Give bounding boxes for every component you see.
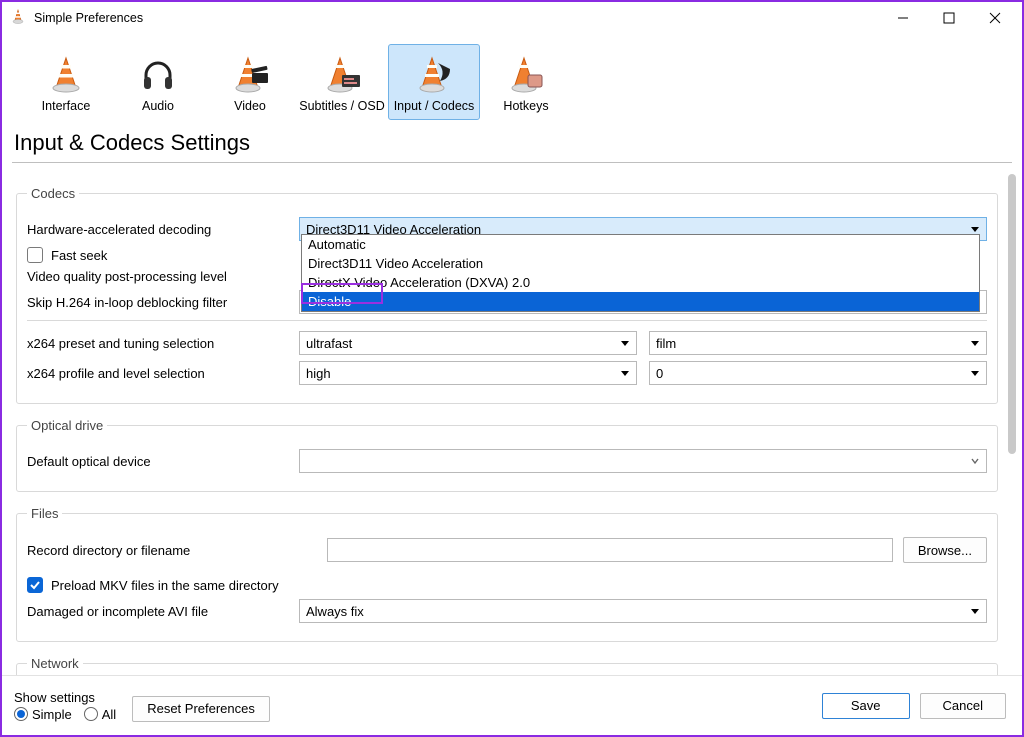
- browse-button[interactable]: Browse...: [903, 537, 987, 563]
- titlebar: Simple Preferences: [2, 2, 1022, 34]
- tab-label: Input / Codecs: [394, 99, 475, 113]
- optical-default-label: Default optical device: [27, 454, 299, 469]
- fast-seek-checkbox[interactable]: Fast seek: [27, 247, 299, 263]
- reset-preferences-button[interactable]: Reset Preferences: [132, 696, 270, 722]
- optical-legend: Optical drive: [27, 418, 107, 433]
- optical-default-select[interactable]: [299, 449, 987, 473]
- divider: [27, 320, 987, 321]
- headphones-icon: [138, 55, 178, 95]
- chevron-down-icon: [966, 602, 984, 620]
- chevron-down-icon: [966, 364, 984, 382]
- tab-hotkeys[interactable]: Hotkeys: [480, 44, 572, 120]
- avi-value: Always fix: [306, 604, 364, 619]
- close-button[interactable]: [972, 3, 1018, 33]
- dropdown-option[interactable]: DirectX Video Acceleration (DXVA) 2.0: [302, 273, 979, 292]
- files-group: Files Record directory or filename Brows…: [16, 506, 998, 642]
- tab-input-codecs[interactable]: Input / Codecs: [388, 44, 480, 120]
- tab-label: Interface: [42, 99, 91, 113]
- tab-label: Hotkeys: [503, 99, 548, 113]
- tab-video[interactable]: Video: [204, 44, 296, 120]
- tab-label: Subtitles / OSD: [299, 99, 384, 113]
- radio-icon: [14, 707, 28, 721]
- tab-interface[interactable]: Interface: [20, 44, 112, 120]
- chevron-down-icon: [966, 452, 984, 470]
- scrollbar-thumb[interactable]: [1008, 174, 1016, 454]
- avi-label: Damaged or incomplete AVI file: [27, 604, 299, 619]
- post-proc-label: Video quality post-processing level: [27, 269, 299, 284]
- window-title: Simple Preferences: [34, 11, 143, 25]
- radio-label: All: [102, 707, 116, 722]
- cone-card-icon: [322, 55, 362, 95]
- cone-key-icon: [506, 55, 546, 95]
- chevron-down-icon: [966, 334, 984, 352]
- preload-label: Preload MKV files in the same directory: [51, 578, 279, 593]
- page-title: Input & Codecs Settings: [2, 120, 1022, 162]
- app-icon: [10, 9, 26, 28]
- avi-select[interactable]: Always fix: [299, 599, 987, 623]
- tab-audio[interactable]: Audio: [112, 44, 204, 120]
- x264-profile-label: x264 profile and level selection: [27, 366, 299, 381]
- x264-tune-value: film: [656, 336, 676, 351]
- x264-preset-value: ultrafast: [306, 336, 352, 351]
- x264-tune-select[interactable]: film: [649, 331, 987, 355]
- cone-clapper-icon: [230, 55, 270, 95]
- show-settings-simple-radio[interactable]: Simple: [14, 707, 72, 722]
- tab-label: Video: [234, 99, 266, 113]
- hw-decode-dropdown[interactable]: Automatic Direct3D11 Video Acceleration …: [301, 234, 980, 312]
- cone-film-icon: [414, 55, 454, 95]
- record-label: Record directory or filename: [27, 543, 327, 558]
- x264-profile-select[interactable]: high: [299, 361, 637, 385]
- minimize-button[interactable]: [880, 3, 926, 33]
- files-legend: Files: [27, 506, 62, 521]
- radio-label: Simple: [32, 707, 72, 722]
- checkbox-icon: [27, 577, 43, 593]
- category-tabs: Interface Audio Video: [2, 34, 1022, 120]
- fast-seek-label: Fast seek: [51, 248, 107, 263]
- divider: [12, 162, 1012, 163]
- dropdown-option[interactable]: Automatic: [302, 235, 979, 254]
- radio-icon: [84, 707, 98, 721]
- network-legend: Network: [27, 656, 83, 671]
- x264-profile-value: high: [306, 366, 331, 381]
- show-settings-label: Show settings: [14, 690, 116, 705]
- preload-checkbox[interactable]: Preload MKV files in the same directory: [27, 577, 279, 593]
- deblock-label: Skip H.264 in-loop deblocking filter: [27, 295, 299, 310]
- dropdown-option[interactable]: Disable: [302, 292, 979, 311]
- show-settings-all-radio[interactable]: All: [84, 707, 116, 722]
- codecs-legend: Codecs: [27, 186, 79, 201]
- cone-icon: [46, 55, 86, 95]
- cancel-button[interactable]: Cancel: [920, 693, 1006, 719]
- save-button[interactable]: Save: [822, 693, 910, 719]
- x264-level-value: 0: [656, 366, 663, 381]
- chevron-down-icon: [616, 334, 634, 352]
- dropdown-option[interactable]: Direct3D11 Video Acceleration: [302, 254, 979, 273]
- hw-decode-label: Hardware-accelerated decoding: [27, 222, 299, 237]
- x264-level-select[interactable]: 0: [649, 361, 987, 385]
- x264-preset-select[interactable]: ultrafast: [299, 331, 637, 355]
- record-input[interactable]: [327, 538, 893, 562]
- maximize-button[interactable]: [926, 3, 972, 33]
- chevron-down-icon: [616, 364, 634, 382]
- network-group: Network Default caching policy Custom: [16, 656, 998, 675]
- bottom-bar: Show settings Simple All Reset Preferenc…: [2, 675, 1022, 735]
- tab-subtitles[interactable]: Subtitles / OSD: [296, 44, 388, 120]
- tab-label: Audio: [142, 99, 174, 113]
- checkbox-icon: [27, 247, 43, 263]
- optical-group: Optical drive Default optical device: [16, 418, 998, 492]
- x264-preset-label: x264 preset and tuning selection: [27, 336, 299, 351]
